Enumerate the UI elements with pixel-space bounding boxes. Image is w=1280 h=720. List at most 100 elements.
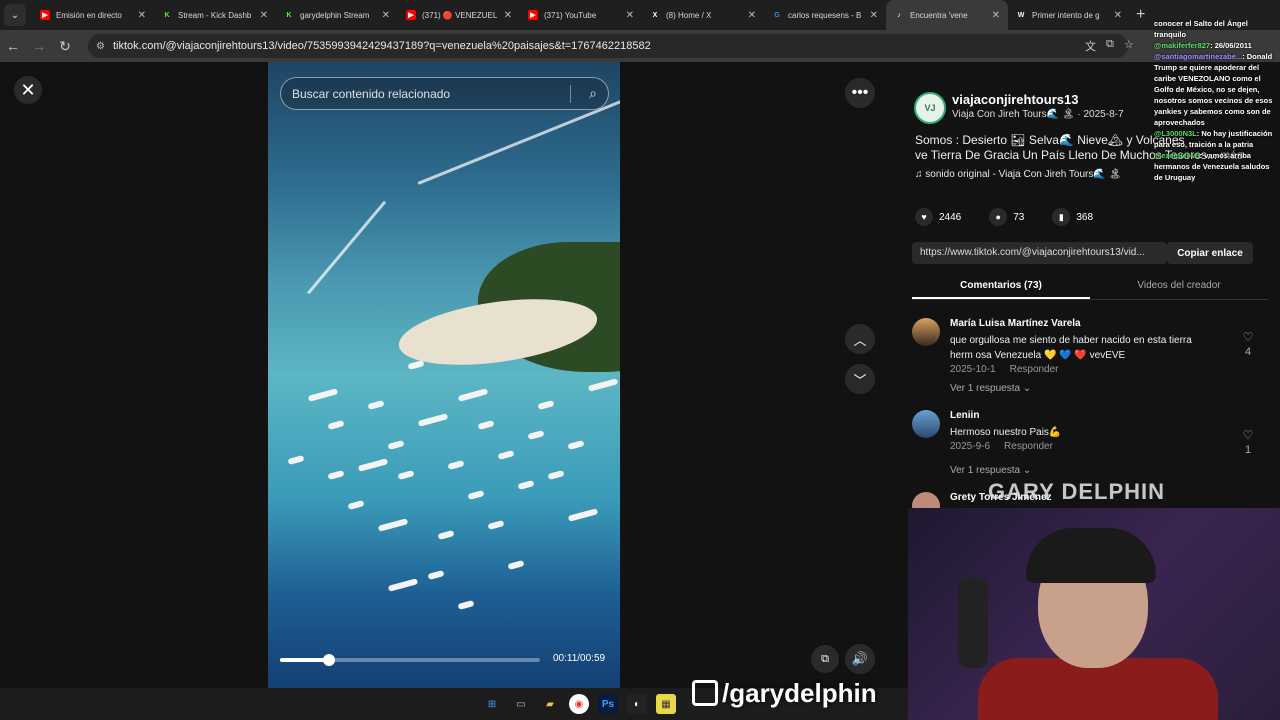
tab-close-icon[interactable]: ✕ bbox=[504, 10, 512, 21]
browser-tab[interactable]: ▶ (371) 🔴 VENEZUEL ✕ bbox=[398, 0, 520, 30]
chat-message: @ezequel-v5: vamos arriba hermanos de Ve… bbox=[1154, 150, 1280, 183]
sound-name: sonido original - Viaja Con Jireh Tours🌊… bbox=[925, 169, 1122, 180]
boat bbox=[567, 508, 599, 522]
comment-item: Leniin Hermoso nuestro Pais💪 2025-9-6 Res… bbox=[912, 410, 1268, 480]
commenter-name[interactable]: María Luisa Martínez Varela bbox=[950, 318, 1081, 329]
related-search-input[interactable]: Buscar contenido relacionado ⌕ bbox=[280, 77, 609, 110]
comment-like-button[interactable]: ♡ 4 bbox=[1242, 330, 1254, 358]
browser-tab[interactable]: ▶ (371) YouTube ✕ bbox=[520, 0, 642, 30]
browser-tab[interactable]: W Primer intento de g ✕ bbox=[1008, 0, 1130, 30]
pip-icon[interactable]: ⧉ bbox=[811, 645, 839, 673]
view-replies-button[interactable]: Ver 1 respuesta ⌄ bbox=[950, 383, 1031, 394]
browser-tab[interactable]: ♪ Encuentra 'vene ✕ bbox=[886, 0, 1008, 30]
translate-icon[interactable]: 文 bbox=[1085, 38, 1096, 54]
video-player[interactable] bbox=[268, 62, 620, 688]
chat-username: @L3000N3L bbox=[1154, 129, 1197, 138]
site-info-icon[interactable]: ⚙ bbox=[96, 41, 105, 52]
tab-title: Emisión en directo bbox=[56, 10, 122, 20]
tab-title: Primer intento de g bbox=[1032, 10, 1100, 20]
bookmark-star-icon[interactable]: ☆ bbox=[1124, 38, 1134, 54]
tab-close-icon[interactable]: ✕ bbox=[992, 10, 1000, 21]
boat bbox=[537, 400, 555, 410]
commenter-avatar[interactable] bbox=[912, 318, 940, 346]
photoshop-icon[interactable]: Ps bbox=[598, 694, 618, 714]
commenter-avatar[interactable] bbox=[912, 410, 940, 438]
comment-button[interactable]: ● 73 bbox=[989, 208, 1024, 226]
tab-close-icon[interactable]: ✕ bbox=[1114, 10, 1122, 21]
view-replies-button[interactable]: Ver 1 respuesta ⌄ bbox=[950, 465, 1031, 476]
boat bbox=[517, 480, 535, 490]
next-video-icon[interactable]: ﹀ bbox=[845, 364, 875, 394]
search-icon[interactable]: ⌕ bbox=[589, 85, 597, 102]
boat bbox=[387, 578, 419, 592]
stream-brand: /garydelphin bbox=[692, 678, 877, 709]
forward-button[interactable]: → bbox=[26, 38, 52, 54]
heart-outline-icon: ♡ bbox=[1242, 330, 1254, 344]
obs-icon[interactable]: ◐ bbox=[627, 694, 647, 714]
comment-item: María Luisa Martínez Varela que orgullos… bbox=[912, 318, 1268, 398]
chat-message: @makiferfer827: 26/06/2011 bbox=[1154, 40, 1280, 51]
comment-text: Hermoso nuestro Pais💪 bbox=[950, 427, 1062, 438]
tab-close-icon[interactable]: ✕ bbox=[748, 10, 756, 21]
reply-button[interactable]: Responder bbox=[1004, 441, 1053, 452]
boat bbox=[327, 470, 345, 480]
boat bbox=[377, 518, 409, 532]
video-progress-bar[interactable] bbox=[280, 654, 540, 666]
file-explorer-icon[interactable]: ▰ bbox=[540, 694, 560, 714]
creator-username[interactable]: viajaconjirehtours13 bbox=[952, 92, 1078, 107]
search-placeholder: Buscar contenido relacionado bbox=[292, 86, 451, 101]
close-icon[interactable]: ✕ bbox=[14, 76, 42, 104]
chat-message: @L3000N3L: No hay justificación para eso… bbox=[1154, 128, 1280, 150]
comment-date: 2025-9-6 bbox=[950, 441, 991, 452]
save-button[interactable]: ▮ 368 bbox=[1052, 208, 1093, 226]
tab-search-button[interactable]: ⌄ bbox=[4, 4, 26, 26]
install-app-icon[interactable]: ⧉ bbox=[1106, 38, 1114, 54]
previous-video-icon[interactable]: ︿ bbox=[845, 324, 875, 354]
comment-text: que orgullosa me siento de haber nacido … bbox=[950, 335, 1192, 361]
panel-tabs: Comentarios (73) Videos del creador bbox=[912, 276, 1268, 300]
boat bbox=[457, 600, 475, 610]
back-button[interactable]: ← bbox=[0, 38, 26, 54]
comment-like-count: 1 bbox=[1244, 444, 1252, 456]
share-link-field[interactable]: https://www.tiktok.com/@viajaconjirehtou… bbox=[912, 242, 1167, 264]
tab-close-icon[interactable]: ✕ bbox=[382, 10, 390, 21]
comment-like-button[interactable]: ♡ 1 bbox=[1242, 428, 1254, 456]
heart-outline-icon: ♡ bbox=[1242, 428, 1254, 442]
browser-tab[interactable]: K Stream - Kick Dashb ✕ bbox=[154, 0, 276, 30]
tab-creator-videos[interactable]: Videos del creador bbox=[1090, 276, 1268, 299]
start-menu-icon[interactable]: ⊞ bbox=[482, 694, 502, 714]
comment-icon: ● bbox=[989, 208, 1008, 226]
boat-wake bbox=[306, 200, 387, 295]
more-options-icon[interactable]: ••• bbox=[845, 78, 875, 108]
reply-button[interactable]: Responder bbox=[1010, 364, 1059, 375]
url-field[interactable]: ⚙ tiktok.com/@viajaconjirehtours13/video… bbox=[88, 34, 1128, 58]
browser-tab[interactable]: Kgarydelphin Stream ✕ bbox=[276, 0, 398, 30]
browser-tab[interactable]: Gcarlos requesens - B ✕ bbox=[764, 0, 886, 30]
like-button[interactable]: ♥ 2446 bbox=[915, 208, 961, 226]
boat bbox=[437, 530, 455, 540]
sound-info[interactable]: ♫ sonido original - Viaja Con Jireh Tour… bbox=[915, 169, 1121, 180]
google-favicon-icon: G bbox=[774, 11, 780, 19]
tab-title: carlos requesens - B bbox=[788, 10, 862, 20]
tab-comments[interactable]: Comentarios (73) bbox=[912, 276, 1090, 299]
reload-button[interactable]: ↻ bbox=[52, 38, 78, 55]
tab-close-icon[interactable]: ✕ bbox=[138, 10, 146, 21]
browser-tab[interactable]: ▶ Emisión en directo ✕ bbox=[32, 0, 154, 30]
tab-close-icon[interactable]: ✕ bbox=[626, 10, 634, 21]
copy-link-button[interactable]: Copiar enlace bbox=[1167, 242, 1253, 264]
tab-title: (8) Home / X bbox=[666, 10, 712, 20]
tab-close-icon[interactable]: ✕ bbox=[260, 10, 268, 21]
tab-close-icon[interactable]: ✕ bbox=[870, 10, 878, 21]
new-tab-button[interactable]: + bbox=[1136, 6, 1145, 24]
save-count: 368 bbox=[1076, 211, 1094, 223]
app-icon[interactable]: ▦ bbox=[656, 694, 676, 714]
chat-username: @ezequel-v5 bbox=[1154, 151, 1200, 160]
chrome-icon[interactable]: ◉ bbox=[569, 694, 589, 714]
boat bbox=[497, 450, 515, 460]
task-view-icon[interactable]: ▭ bbox=[511, 694, 531, 714]
browser-tab[interactable]: X (8) Home / X ✕ bbox=[642, 0, 764, 30]
commenter-name[interactable]: Leniin bbox=[950, 410, 979, 421]
tab-title: garydelphin Stream bbox=[300, 10, 370, 20]
creator-avatar[interactable]: VJ bbox=[914, 92, 946, 124]
volume-icon[interactable]: 🔊 bbox=[845, 644, 875, 674]
